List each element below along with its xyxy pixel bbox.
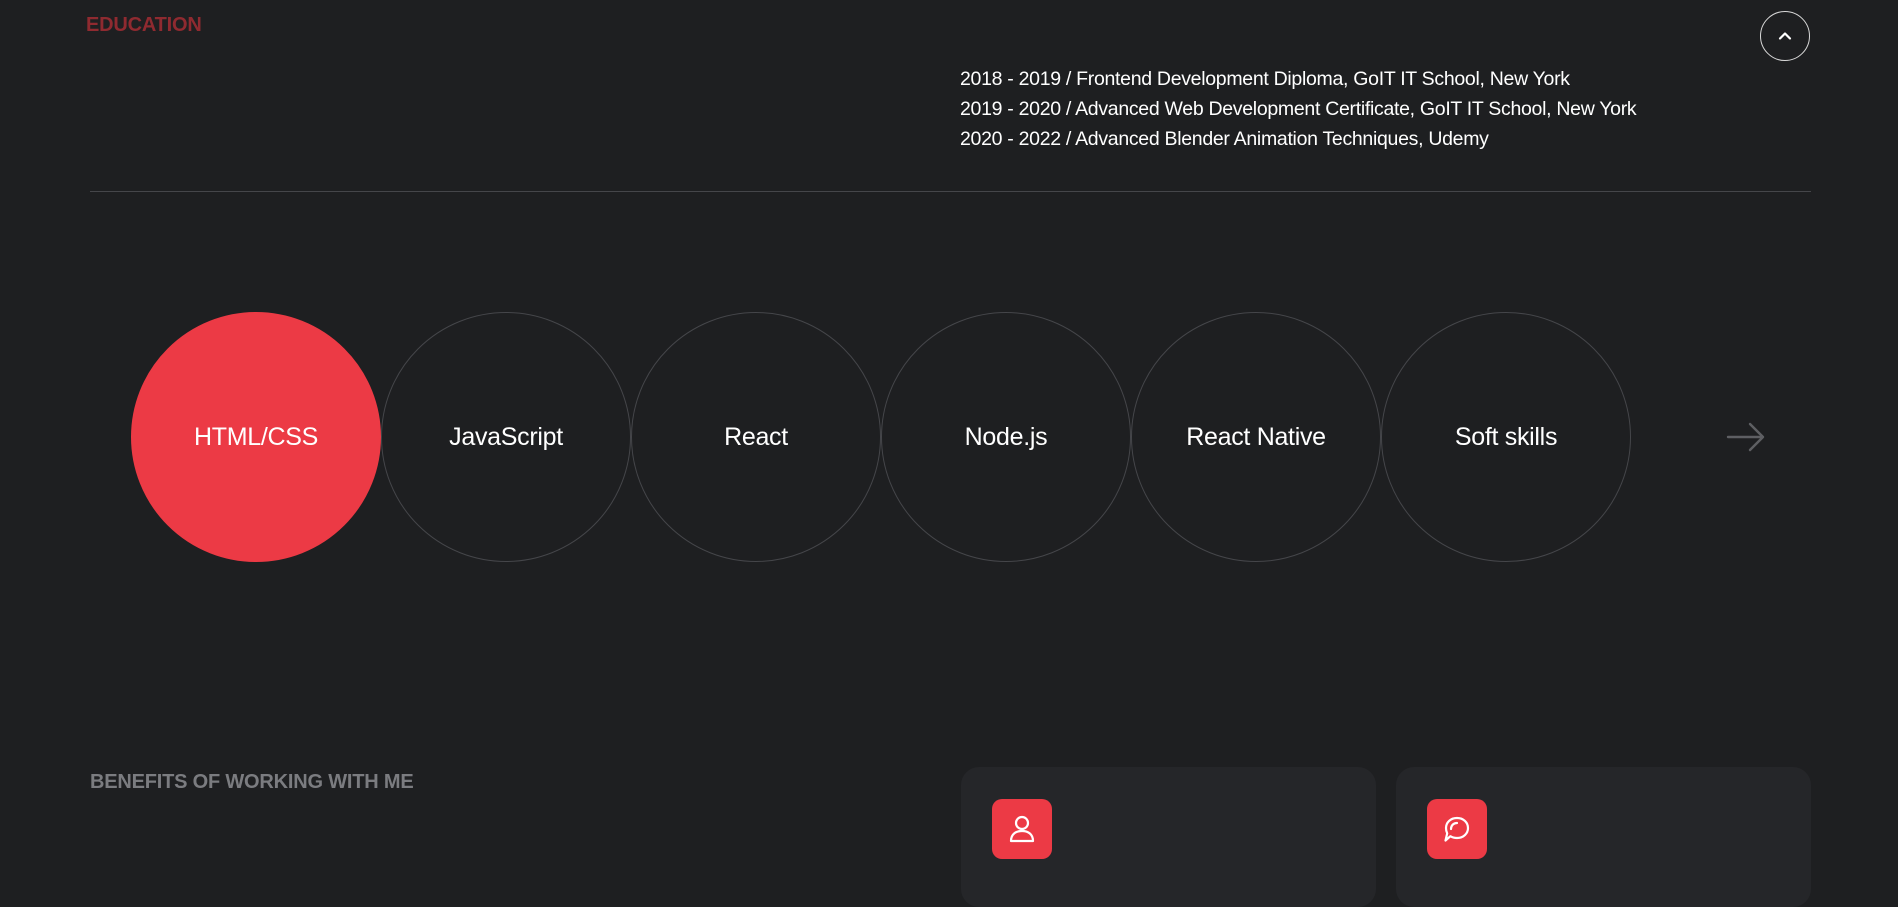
skill-tab-nodejs[interactable]: Node.js xyxy=(881,312,1131,562)
skill-label: HTML/CSS xyxy=(193,422,318,451)
chat-bubble-icon xyxy=(1444,816,1470,842)
benefit-card xyxy=(1396,767,1811,907)
user-icon xyxy=(1009,815,1035,843)
skill-tab-html-css[interactable]: HTML/CSS xyxy=(131,312,381,562)
education-item: 2019 - 2020 / Advanced Web Development C… xyxy=(960,98,1637,120)
skill-tab-soft-skills[interactable]: Soft skills xyxy=(1381,312,1631,562)
section-divider xyxy=(90,191,1811,192)
skill-label: Node.js xyxy=(964,422,1048,451)
benefit-icon-badge xyxy=(1427,799,1487,859)
skill-tab-javascript[interactable]: JavaScript xyxy=(381,312,631,562)
skill-label: React xyxy=(724,422,788,451)
arrow-right-icon xyxy=(1726,422,1765,452)
skill-tab-react-native[interactable]: React Native xyxy=(1131,312,1381,562)
skill-label: JavaScript xyxy=(449,422,563,451)
skill-label: React Native xyxy=(1186,422,1326,451)
benefit-icon-badge xyxy=(992,799,1052,859)
education-list: 2018 - 2019 / Frontend Development Diplo… xyxy=(960,64,1637,154)
benefit-card xyxy=(961,767,1376,907)
skills-carousel: HTML/CSS JavaScript React Node.js React … xyxy=(131,312,1631,562)
education-title: EDUCATION xyxy=(86,14,202,36)
education-item: 2020 - 2022 / Advanced Blender Animation… xyxy=(960,128,1489,150)
skill-tab-react[interactable]: React xyxy=(631,312,881,562)
education-item: 2018 - 2019 / Frontend Development Diplo… xyxy=(960,68,1570,90)
benefits-title: BENEFITS OF WORKING WITH ME xyxy=(90,771,414,793)
scroll-to-top-button[interactable] xyxy=(1760,11,1810,61)
chevron-up-icon xyxy=(1778,32,1792,40)
skill-label: Soft skills xyxy=(1454,422,1558,451)
carousel-next-button[interactable] xyxy=(1726,420,1766,454)
